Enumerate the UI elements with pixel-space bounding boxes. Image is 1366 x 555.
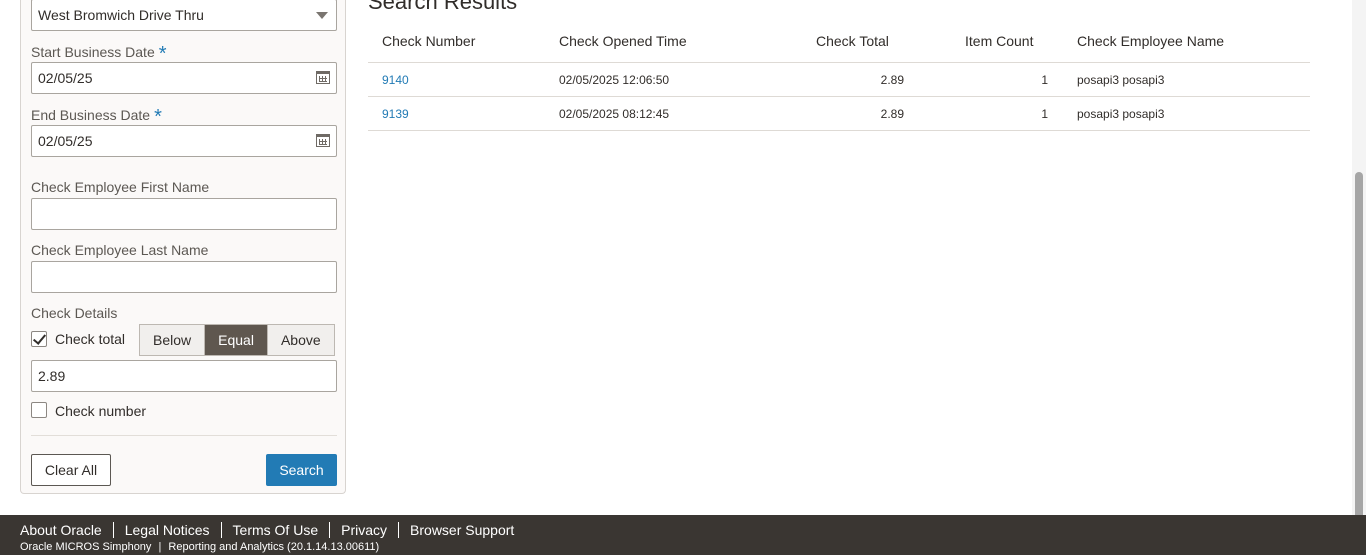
item-count-cell: 1: [1041, 73, 1048, 87]
end-date-value: 02/05/25: [38, 133, 93, 149]
column-header[interactable]: Check Number: [382, 33, 475, 49]
check-total-input[interactable]: 2.89: [31, 360, 337, 392]
check-total-checkbox[interactable]: [31, 331, 47, 347]
calendar-icon[interactable]: [316, 71, 330, 84]
start-date-input[interactable]: 02/05/25: [31, 62, 337, 94]
location-select[interactable]: West Bromwich Drive Thru: [31, 0, 337, 31]
item-count-cell: 1: [1041, 107, 1048, 121]
footer-link-legal[interactable]: Legal Notices: [114, 522, 222, 538]
column-header[interactable]: Check Employee Name: [1077, 33, 1224, 49]
end-date-label-text: End Business Date: [31, 107, 151, 123]
location-value: West Bromwich Drive Thru: [38, 7, 204, 23]
scrollbar-thumb[interactable]: [1355, 172, 1363, 520]
start-date-label: Start Business Date *: [31, 40, 167, 65]
check-total-cell: 2.89: [880, 73, 904, 87]
table-header: Check Number Check Opened Time Check Tot…: [368, 24, 1310, 63]
compare-below-button[interactable]: Below: [140, 325, 206, 355]
footer-links: About Oracle Legal Notices Terms Of Use …: [20, 522, 525, 538]
column-header[interactable]: Check Total: [816, 33, 889, 49]
chevron-down-icon: [316, 12, 328, 19]
employee-name-cell: posapi3 posapi3: [1077, 107, 1165, 121]
column-header[interactable]: Item Count: [965, 33, 1033, 49]
footer: About Oracle Legal Notices Terms Of Use …: [0, 515, 1366, 555]
footer-product-info: Oracle MICROS Simphony | Reporting and A…: [20, 541, 379, 553]
check-opened-time: 02/05/2025 08:12:45: [559, 107, 670, 121]
results-table: Check Number Check Opened Time Check Tot…: [368, 24, 1310, 131]
column-header[interactable]: Check Opened Time: [559, 33, 687, 49]
footer-link-privacy[interactable]: Privacy: [330, 522, 400, 538]
check-number-link[interactable]: 9140: [382, 73, 409, 87]
check-total-label: Check total: [55, 331, 126, 347]
table-row[interactable]: 9140 02/05/2025 12:06:50 2.89 1 posapi3 …: [368, 63, 1310, 97]
divider: [31, 435, 337, 436]
employee-first-name-label: Check Employee First Name: [31, 179, 210, 195]
check-total-value: 2.89: [38, 368, 66, 384]
check-details-label: Check Details: [31, 305, 118, 321]
footer-separator: |: [158, 541, 162, 553]
compare-above-button[interactable]: Above: [267, 325, 334, 355]
check-number-link[interactable]: 9139: [382, 107, 409, 121]
check-number-label: Check number: [55, 403, 147, 419]
end-date-label: End Business Date *: [31, 103, 162, 128]
check-opened-time: 02/05/2025 12:06:50: [559, 73, 670, 87]
search-button[interactable]: Search: [266, 454, 337, 486]
check-total-cell: 2.89: [880, 107, 904, 121]
clear-all-button[interactable]: Clear All: [31, 454, 111, 486]
search-filter-panel: West Bromwich Drive Thru Start Business …: [20, 0, 346, 494]
compare-segmented-control: Below Equal Above: [139, 324, 335, 356]
page-scrollbar[interactable]: [1352, 0, 1366, 520]
results-title: Search Results: [368, 0, 518, 14]
employee-last-name-label: Check Employee Last Name: [31, 242, 209, 258]
start-date-label-text: Start Business Date: [31, 44, 155, 60]
compare-equal-button[interactable]: Equal: [205, 325, 268, 355]
employee-last-name-input[interactable]: [31, 261, 337, 293]
employee-first-name-input[interactable]: [31, 198, 337, 230]
end-date-input[interactable]: 02/05/25: [31, 125, 337, 157]
footer-link-terms[interactable]: Terms Of Use: [222, 522, 331, 538]
check-number-checkbox[interactable]: [31, 402, 47, 418]
footer-link-browser-support[interactable]: Browser Support: [399, 522, 525, 538]
employee-name-cell: posapi3 posapi3: [1077, 73, 1165, 87]
start-date-value: 02/05/25: [38, 70, 93, 86]
calendar-icon[interactable]: [316, 134, 330, 147]
app-version: Reporting and Analytics (20.1.14.13.0061…: [168, 541, 380, 553]
product-name: Oracle MICROS Simphony: [20, 541, 152, 553]
table-row[interactable]: 9139 02/05/2025 08:12:45 2.89 1 posapi3 …: [368, 97, 1310, 131]
footer-link-about[interactable]: About Oracle: [20, 522, 114, 538]
